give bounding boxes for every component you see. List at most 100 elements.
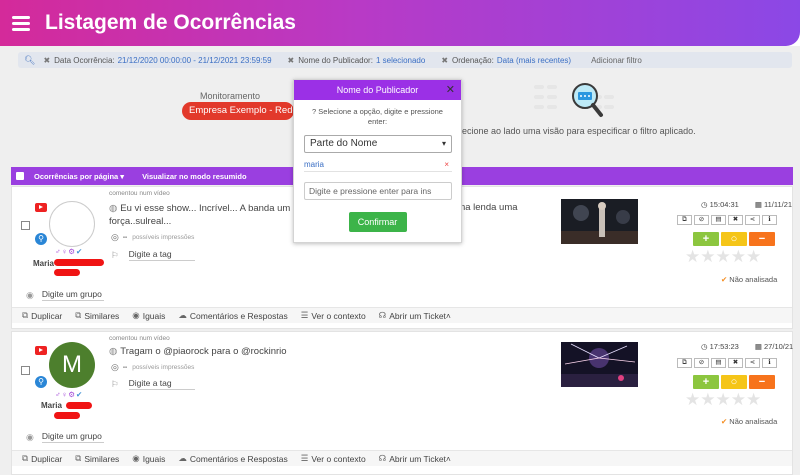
ticket-action[interactable]: ☊ Abrir um Ticket ˄	[379, 453, 451, 464]
equal-action[interactable]: ◉ Iguais	[132, 453, 165, 464]
filter-date[interactable]: ✖ Data Ocorrência: 21/12/2020 00:00:00 -…	[43, 56, 271, 65]
neutral-button[interactable]: ○	[721, 375, 747, 389]
user-icon: ◉	[26, 431, 34, 442]
info-icon[interactable]: ℹ	[762, 215, 777, 225]
search-illustration-icon	[534, 83, 614, 117]
publisher-input[interactable]: Digite e pressione enter para ins	[304, 182, 452, 200]
redaction-bar	[54, 269, 80, 276]
remove-filter-icon[interactable]: ✖	[43, 56, 50, 65]
equal-icon: ◉	[132, 310, 140, 320]
sentiment-buttons: + ○ −	[693, 232, 777, 246]
search-icon[interactable]: 🔍︎	[24, 55, 35, 66]
neutral-button[interactable]: ○	[721, 232, 747, 246]
comments-action[interactable]: ☁ Comentários e Respostas	[178, 310, 287, 321]
negative-button[interactable]: −	[749, 375, 775, 389]
globe-icon: ◍	[109, 346, 118, 357]
globe-icon: ◍	[109, 203, 118, 214]
zoom-icon[interactable]: ⚲	[35, 233, 47, 245]
filter-order[interactable]: ✖ Ordenação: Data (mais recentes)	[441, 56, 571, 65]
context-action[interactable]: ☰ Ver o contexto	[301, 453, 366, 464]
group-field[interactable]: ◉ Digite um grupo	[26, 289, 104, 301]
app-header: Listagem de Ocorrências	[0, 0, 800, 46]
duplicate-action[interactable]: ⧉ Duplicar	[22, 310, 62, 321]
source-note: comentou num vídeo	[109, 335, 170, 342]
monitoramento-pill[interactable]: Empresa Exemplo - Rede	[182, 102, 294, 120]
remove-filter-icon[interactable]: ✖	[441, 56, 448, 65]
match-mode-select[interactable]: Parte do Nome ▾	[304, 135, 452, 153]
card-actions: ⧉ ⊘ ▤ ✖ ⋖ ℹ	[677, 358, 779, 368]
video-thumbnail[interactable]	[561, 342, 638, 387]
chevron-down-icon: ▾	[441, 139, 446, 148]
tag-field[interactable]: ⚐ Digite a tag	[111, 249, 195, 261]
row-checkbox[interactable]	[21, 221, 30, 230]
impressions-row: ◎ -- possíveis impressões	[111, 232, 195, 242]
archive-icon[interactable]: ▤	[711, 215, 726, 225]
similar-action[interactable]: ⧉ Similares	[75, 453, 119, 464]
delete-icon[interactable]: ✖	[728, 358, 743, 368]
copy-icon[interactable]: ⧉	[677, 215, 692, 225]
occurrence-datetime: ◷ 17:53:23 ▦ 27/10/21	[701, 342, 794, 351]
post-text: ◍ Tragam o @piaorock para o @rockinrio	[109, 346, 287, 357]
archive-icon[interactable]: ▤	[711, 358, 726, 368]
ticket-action[interactable]: ☊ Abrir um Ticket ˄	[379, 310, 451, 321]
sentiment-buttons: + ○ −	[693, 375, 777, 389]
help-icon: ?	[312, 107, 317, 116]
positive-button[interactable]: +	[693, 232, 719, 246]
status-label: ✔ Não analisada	[721, 275, 778, 284]
filter-publisher[interactable]: ✖ Nome do Publicador: 1 selecionado	[288, 56, 426, 65]
eye-icon: ◎	[111, 232, 119, 242]
popup-instructions: ? Selecione a opção, digite e pressione …	[312, 107, 443, 126]
summary-mode-link[interactable]: Visualizar no modo resumido	[142, 172, 246, 181]
comments-icon: ☁	[178, 310, 187, 320]
tag-field[interactable]: ⚐ Digite a tag	[111, 378, 195, 390]
author-name: Maria	[33, 259, 54, 268]
zoom-icon[interactable]: ⚲	[35, 376, 47, 388]
equal-action[interactable]: ◉ Iguais	[132, 310, 165, 321]
row-checkbox[interactable]	[21, 366, 30, 375]
card-footer: ⧉ Duplicar ⧉ Similares ◉ Iguais ☁ Comentário…	[12, 307, 792, 323]
duplicate-action[interactable]: ⧉ Duplicar	[22, 453, 62, 464]
block-icon[interactable]: ⊘	[694, 358, 709, 368]
card-footer: ⧉ Duplicar ⧉ Similares ◉ Iguais ☁ Comentário…	[12, 450, 792, 466]
duplicate-icon: ⧉	[22, 453, 29, 463]
publisher-filter-popup: Nome do Publicador ✕ ? Selecione a opção…	[293, 79, 462, 243]
copy-icon[interactable]: ⧉	[677, 358, 692, 368]
avatar	[49, 201, 95, 247]
impressions-row: ◎ -- possíveis impressões	[111, 362, 195, 372]
add-filter-link[interactable]: Adicionar filtro	[591, 56, 642, 65]
remove-chip-icon[interactable]: ×	[444, 160, 449, 169]
remove-filter-icon[interactable]: ✖	[288, 56, 295, 65]
positive-button[interactable]: +	[693, 375, 719, 389]
source-note: comentou num vídeo	[109, 190, 170, 197]
headset-icon: ☊	[378, 453, 387, 463]
negative-button[interactable]: −	[749, 232, 775, 246]
share-icon[interactable]: ⋖	[745, 215, 760, 225]
delete-icon[interactable]: ✖	[728, 215, 743, 225]
menu-icon[interactable]	[12, 13, 30, 34]
equal-icon: ◉	[132, 453, 140, 463]
star-rating[interactable]: ★★★★★	[685, 390, 761, 410]
similar-icon: ⧉	[75, 310, 82, 320]
tag-icon: ⚐	[111, 378, 119, 389]
redaction-bar	[54, 259, 104, 266]
comments-action[interactable]: ☁ Comentários e Respostas	[178, 453, 287, 464]
redaction-bar	[54, 412, 80, 419]
similar-action[interactable]: ⧉ Similares	[75, 310, 119, 321]
group-field[interactable]: ◉ Digite um grupo	[26, 431, 104, 443]
info-icon[interactable]: ℹ	[762, 358, 777, 368]
context-action[interactable]: ☰ Ver o contexto	[301, 310, 366, 321]
avatar: M	[49, 342, 95, 388]
confirm-button[interactable]: Confirmar	[348, 212, 407, 232]
per-page-dropdown[interactable]: Ocorrências por página ▾	[34, 172, 124, 181]
gender-icons: ♂♀⚙✔	[55, 390, 84, 399]
redaction-bar	[66, 402, 92, 409]
star-rating[interactable]: ★★★★★	[685, 247, 761, 267]
video-thumbnail[interactable]	[561, 199, 638, 244]
status-label: ✔ Não analisada	[721, 417, 778, 426]
share-icon[interactable]: ⋖	[745, 358, 760, 368]
occurrence-card: M ⚲ ♂♀⚙✔ Maria ◉ Digite um grupo comento…	[11, 331, 793, 475]
close-icon[interactable]: ✕	[446, 80, 455, 100]
block-icon[interactable]: ⊘	[694, 215, 709, 225]
eye-icon: ◎	[111, 362, 119, 372]
select-all-checkbox[interactable]	[16, 172, 24, 180]
